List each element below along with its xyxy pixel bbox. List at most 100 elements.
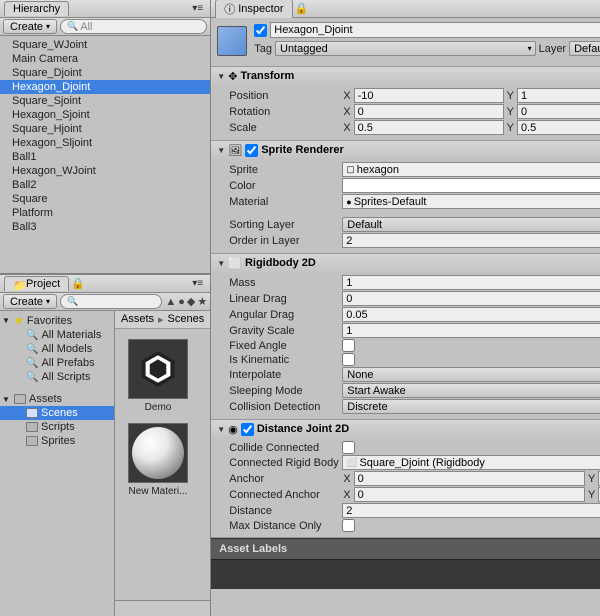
hierarchy-item[interactable]: Square_Hjoint (0, 122, 210, 136)
connected-body-field[interactable]: ⬜Square_Djoint (Rigidbody (342, 455, 600, 470)
fixed-angle-checkbox[interactable] (342, 339, 355, 352)
project-tree: ▼★Favorites🔍All Materials🔍All Models🔍All… (0, 311, 115, 616)
crumb-scenes[interactable]: Scenes (168, 313, 205, 326)
distance-joint-icon: ◉ (228, 423, 238, 436)
max-distance-only-checkbox[interactable] (342, 519, 355, 532)
distance-joint-header[interactable]: ▼ ◉ Distance Joint 2D ?⚙ (211, 420, 600, 438)
inspector-icon: ⓘ (224, 1, 235, 17)
linear-drag-input[interactable] (342, 291, 600, 306)
tree-item[interactable]: 🔍All Scripts (0, 370, 114, 384)
gameobject-active-checkbox[interactable] (254, 24, 267, 37)
hierarchy-list: Square_WJointMain CameraSquare_DjointHex… (0, 36, 210, 273)
lock-icon[interactable]: 🔒 (295, 2, 307, 15)
scale-y-input[interactable] (517, 120, 600, 135)
rotation-x-input[interactable] (354, 104, 504, 119)
hierarchy-item[interactable]: Square_Sjoint (0, 94, 210, 108)
hierarchy-tab[interactable]: Hierarchy (4, 1, 69, 16)
project-search-input[interactable]: 🔍 (60, 294, 162, 309)
layer-dropdown[interactable]: Default (569, 41, 600, 56)
material-field[interactable]: ●Sprites-Default (342, 194, 600, 209)
hierarchy-item[interactable]: Platform (0, 206, 210, 220)
hierarchy-item[interactable]: Ball1 (0, 150, 210, 164)
tree-item[interactable]: 🔍All Models (0, 342, 114, 356)
anchor-x-input[interactable] (354, 471, 585, 486)
interpolate-dropdown[interactable]: None (342, 367, 600, 382)
hierarchy-item[interactable]: Ball3 (0, 220, 210, 234)
star-icon: ★ (14, 314, 24, 327)
hierarchy-item[interactable]: Square_WJoint (0, 38, 210, 52)
foldout-icon: ▼ (217, 146, 225, 155)
position-y-input[interactable] (517, 88, 600, 103)
project-create-button[interactable]: Create (3, 294, 57, 309)
project-tab[interactable]: 📁 Project (4, 276, 69, 291)
tag-dropdown[interactable]: Untagged (275, 41, 536, 56)
asset-item[interactable]: New Materi... (125, 423, 191, 497)
tree-item[interactable]: Sprites (0, 434, 114, 448)
scale-x-input[interactable] (354, 120, 504, 135)
transform-header[interactable]: ▼ ✥ Transform ?⚙ (211, 67, 600, 85)
tree-item[interactable]: ▼Assets (0, 392, 114, 406)
position-x-input[interactable] (354, 88, 504, 103)
is-kinematic-checkbox[interactable] (342, 353, 355, 366)
tree-item[interactable]: Scenes (0, 406, 114, 420)
hierarchy-item[interactable]: Hexagon_Sjoint (0, 108, 210, 122)
angular-drag-input[interactable] (342, 307, 600, 322)
sprite-renderer-icon: 🖼 (228, 144, 242, 157)
asset-label: Demo (125, 402, 191, 413)
chevron-right-icon: ▸ (158, 313, 164, 326)
hierarchy-create-button[interactable]: Create (3, 19, 57, 34)
distance-input[interactable] (342, 503, 600, 518)
hierarchy-item[interactable]: Square (0, 192, 210, 206)
hierarchy-item[interactable]: Hexagon_Djoint (0, 80, 210, 94)
tree-item[interactable]: 🔍All Prefabs (0, 356, 114, 370)
gameobject-icon (217, 26, 247, 56)
sprite-field[interactable]: ▢hexagon (342, 162, 600, 177)
gravity-scale-input[interactable] (342, 323, 600, 338)
foldout-icon: ▼ (217, 72, 225, 81)
order-in-layer-input[interactable] (342, 233, 600, 248)
sprite-renderer-enabled-checkbox[interactable] (245, 144, 258, 157)
sprite-renderer-header[interactable]: ▼ 🖼 Sprite Renderer ?⚙ (211, 141, 600, 159)
lock-icon[interactable]: 🔒 (71, 277, 83, 290)
collision-detection-dropdown[interactable]: Discrete (342, 399, 600, 414)
hierarchy-item[interactable]: Square_Djoint (0, 66, 210, 80)
tree-item[interactable]: ▼★Favorites (0, 313, 114, 328)
material-mini-icon: ● (346, 197, 351, 207)
color-field[interactable] (342, 178, 600, 193)
hierarchy-item[interactable]: Hexagon_WJoint (0, 164, 210, 178)
rigidbody-header[interactable]: ▼ ⬜ Rigidbody 2D ?⚙ (211, 254, 600, 272)
asset-labels-header[interactable]: Asset Labels (211, 538, 600, 559)
collide-connected-checkbox[interactable] (342, 441, 355, 454)
tree-item[interactable]: Scripts (0, 420, 114, 434)
sorting-layer-dropdown[interactable]: Default (342, 217, 600, 232)
tree-item[interactable]: 🔍All Materials (0, 328, 114, 342)
connected-anchor-x-input[interactable] (354, 487, 585, 502)
foldout-icon: ▼ (217, 259, 225, 268)
distance-joint-enabled-checkbox[interactable] (241, 423, 254, 436)
gameobject-name-input[interactable] (270, 22, 600, 38)
hierarchy-search-input[interactable]: 🔍All (60, 19, 207, 34)
mass-input[interactable] (342, 275, 600, 290)
hierarchy-item[interactable]: Main Camera (0, 52, 210, 66)
rotation-y-input[interactable] (517, 104, 600, 119)
project-options-icon[interactable]: ▾≡ (192, 278, 206, 289)
type-filter-icon[interactable]: ◆ (187, 295, 195, 308)
hierarchy-item[interactable]: Ball2 (0, 178, 210, 192)
project-footer (115, 600, 210, 616)
tag-label: Tag (254, 43, 272, 55)
search-icon: 🔍 (67, 296, 78, 307)
asset-thumb (128, 423, 188, 483)
filter-icon[interactable]: ▲ (165, 296, 176, 308)
inspector-tab[interactable]: ⓘ Inspector (215, 0, 292, 18)
hierarchy-header: Hierarchy ▾≡ (0, 0, 210, 18)
save-search-icon[interactable]: ★ (197, 295, 207, 308)
crumb-assets[interactable]: Assets (121, 313, 154, 326)
folder-icon (26, 436, 38, 446)
asset-item[interactable]: Demo (125, 339, 191, 413)
asset-thumb (128, 339, 188, 399)
breadcrumb: Assets ▸ Scenes (115, 311, 210, 329)
label-filter-icon[interactable]: ● (178, 296, 185, 308)
sleeping-mode-dropdown[interactable]: Start Awake (342, 383, 600, 398)
hierarchy-options-icon[interactable]: ▾≡ (192, 3, 206, 14)
hierarchy-item[interactable]: Hexagon_Sljoint (0, 136, 210, 150)
